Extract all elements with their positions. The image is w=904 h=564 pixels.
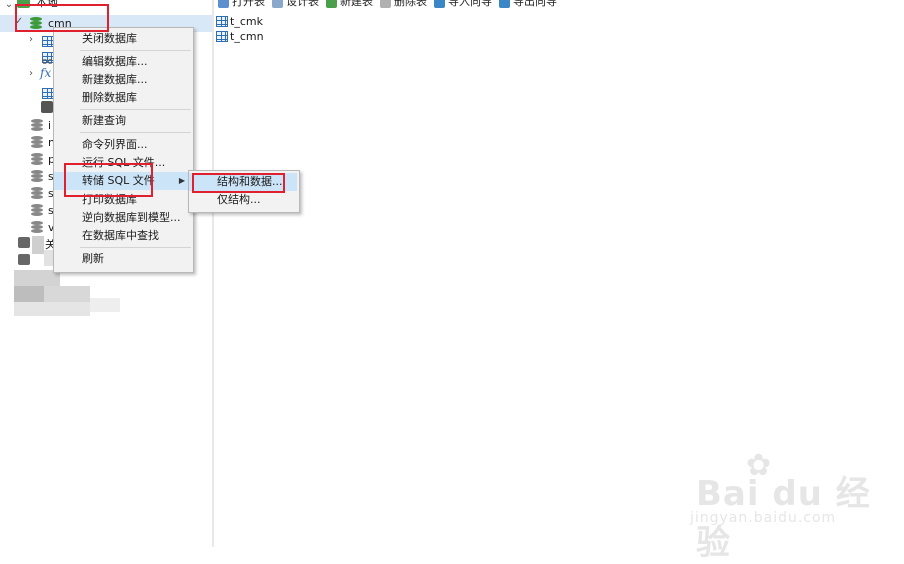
delete-table-icon — [380, 0, 391, 8]
menu-item-new-database[interactable]: 新建数据库... — [54, 71, 191, 89]
menu-item-edit-database[interactable]: 编辑数据库... — [54, 53, 191, 71]
connection-icon — [18, 237, 30, 248]
table-name: t_cmn — [230, 30, 264, 43]
menu-item-new-query[interactable]: 新建查询 — [54, 112, 191, 130]
functions-icon: fx — [40, 66, 52, 80]
menu-separator — [80, 247, 191, 248]
tree-item-database[interactable]: s — [0, 185, 60, 202]
tree-item-database[interactable]: n — [0, 134, 60, 151]
table-item[interactable]: t_cmk — [216, 14, 263, 30]
privacy-blur — [14, 302, 90, 316]
connection-icon — [17, 0, 30, 8]
database-icon — [31, 119, 43, 132]
table-item[interactable]: t_cmn — [216, 29, 264, 45]
menu-separator — [80, 109, 191, 110]
delete-table-button[interactable]: 删除表 — [380, 0, 427, 9]
menu-item-run-sql-file[interactable]: 运行 SQL 文件... — [54, 154, 191, 172]
open-table-button[interactable]: 打开表 — [218, 0, 265, 9]
pane-divider[interactable] — [212, 0, 214, 547]
privacy-blur — [90, 298, 120, 312]
import-wizard-button[interactable]: 导入向导 — [434, 0, 492, 9]
menu-separator — [80, 50, 191, 51]
tree-item-database[interactable]: p — [0, 151, 60, 168]
chevron-down-icon[interactable]: ⌄ — [4, 0, 14, 13]
menu-item-structure-only[interactable]: 仅结构... — [189, 191, 297, 209]
menu-item-console[interactable]: 命令列界面... — [54, 136, 191, 154]
menu-item-close-database[interactable]: 关闭数据库 — [54, 30, 191, 48]
toolbar: 打开表 设计表 新建表 删除表 导入向导 导出向导 — [214, 0, 904, 10]
chevron-right-icon[interactable]: › — [26, 34, 36, 45]
menu-item-reverse-to-model[interactable]: 逆向数据库到模型... — [54, 209, 191, 227]
new-table-icon — [326, 0, 337, 8]
chevron-down-icon[interactable]: ✓ — [14, 13, 24, 30]
menu-item-print-database[interactable]: 打印数据库 — [54, 191, 191, 209]
menu-item-find-in-database[interactable]: 在数据库中查找 — [54, 227, 191, 245]
open-table-icon — [218, 0, 229, 8]
database-icon — [31, 136, 43, 149]
table-icon — [216, 30, 228, 42]
tree-item-database[interactable]: s — [0, 202, 60, 219]
export-wizard-button[interactable]: 导出向导 — [499, 0, 557, 9]
design-table-button[interactable]: 设计表 — [272, 0, 319, 9]
context-menu: 关闭数据库 编辑数据库... 新建数据库... 删除数据库 新建查询 命令列界面… — [53, 27, 194, 273]
export-wizard-icon — [499, 0, 510, 8]
table-name: t_cmk — [230, 15, 263, 28]
privacy-blur — [14, 286, 44, 302]
connection-icon — [18, 254, 30, 265]
menu-separator — [80, 132, 191, 133]
privacy-blur — [32, 236, 44, 254]
tree-item-database[interactable]: i — [0, 117, 60, 134]
watermark-url: jingyan.baidu.com — [690, 510, 837, 526]
menu-item-refresh[interactable]: 刷新 — [54, 250, 191, 268]
new-table-button[interactable]: 新建表 — [326, 0, 373, 9]
menu-item-structure-and-data[interactable]: 结构和数据... — [189, 173, 297, 191]
tree-item-database[interactable]: s — [0, 168, 60, 185]
submenu-arrow-icon: ▶ — [178, 176, 185, 185]
database-icon — [31, 204, 43, 217]
connection-label: 本地 — [36, 0, 58, 9]
dump-sql-submenu: 结构和数据... 仅结构... — [188, 170, 300, 213]
database-icon — [31, 153, 43, 166]
menu-item-dump-sql-file[interactable]: 转储 SQL 文件 ▶ — [54, 172, 191, 190]
chevron-right-icon[interactable]: › — [26, 68, 36, 79]
query-icon — [41, 101, 53, 113]
table-icon — [216, 15, 228, 27]
design-table-icon — [272, 0, 283, 8]
database-icon — [31, 187, 43, 200]
menu-item-delete-database[interactable]: 删除数据库 — [54, 89, 191, 107]
database-icon — [31, 170, 43, 183]
database-icon — [31, 221, 43, 234]
tree-item-database[interactable]: v — [0, 219, 60, 236]
database-icon — [30, 17, 42, 30]
import-wizard-icon — [434, 0, 445, 8]
privacy-blur — [44, 286, 90, 302]
baidu-jingyan-watermark: ✿ Bai du 经验 jingyan.baidu.com — [686, 448, 886, 563]
